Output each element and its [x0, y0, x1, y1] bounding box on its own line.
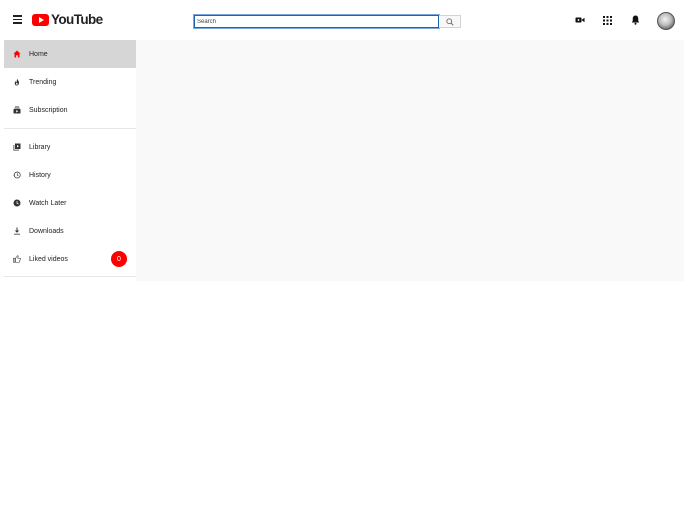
avatar[interactable]: [657, 12, 675, 30]
sidebar-item-history[interactable]: History: [4, 161, 136, 189]
history-icon: [12, 171, 21, 180]
bell-icon[interactable]: [629, 14, 641, 26]
sidebar-item-subscription[interactable]: Subscription: [4, 96, 136, 124]
sidebar-item-label: Trending: [29, 78, 57, 86]
main-content-area: [136, 40, 684, 281]
download-icon: [12, 227, 21, 236]
sidebar-item-downloads[interactable]: Downloads: [4, 217, 136, 245]
flame-icon: [12, 78, 21, 87]
home-icon: [12, 50, 21, 59]
top-bar: YouTube: [0, 0, 688, 40]
search-input[interactable]: [193, 14, 440, 29]
subscriptions-icon: [12, 106, 21, 115]
search-bar: [193, 14, 462, 29]
sidebar-item-label: Library: [29, 143, 51, 151]
sidebar-item-library[interactable]: Library: [4, 133, 136, 161]
apps-grid-icon[interactable]: [601, 14, 613, 26]
sidebar-item-home[interactable]: Home: [4, 40, 136, 68]
youtube-play-icon: [32, 14, 49, 26]
sidebar-item-trending[interactable]: Trending: [4, 68, 136, 96]
hamburger-menu-icon[interactable]: [10, 13, 26, 27]
clock-icon: [12, 199, 21, 208]
sidebar-item-label: History: [29, 171, 51, 179]
youtube-logo[interactable]: YouTube: [32, 12, 103, 27]
sidebar-item-label: Watch Later: [29, 199, 67, 207]
sidebar-item-liked-videos[interactable]: Liked videos 0: [4, 245, 136, 273]
search-icon: [445, 17, 454, 26]
sidebar-divider: [4, 128, 136, 129]
sidebar-item-label: Liked videos: [29, 255, 68, 263]
library-icon: [12, 143, 21, 152]
thumbs-up-icon: [12, 255, 21, 264]
sidebar-item-watch-later[interactable]: Watch Later: [4, 189, 136, 217]
search-button[interactable]: [439, 15, 461, 28]
create-video-icon[interactable]: [574, 14, 586, 26]
sidebar-item-label: Downloads: [29, 227, 64, 235]
sidebar: Home Trending Subscription Library Histo…: [4, 40, 136, 277]
sidebar-item-label: Subscription: [29, 106, 68, 114]
sidebar-item-label: Home: [29, 50, 48, 58]
logo-text: YouTube: [51, 12, 103, 27]
liked-count-badge: 0: [111, 251, 127, 267]
